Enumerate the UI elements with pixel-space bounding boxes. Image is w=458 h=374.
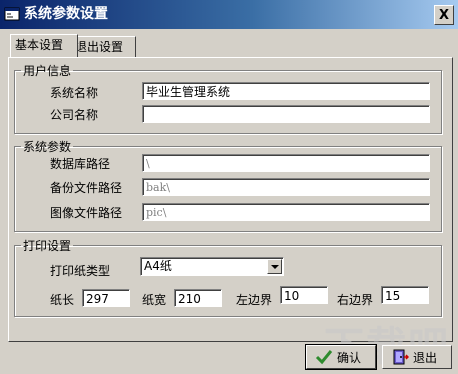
- system-name-field[interactable]: 毕业生管理系统: [142, 82, 430, 100]
- right-margin-label: 右边界: [337, 293, 374, 307]
- paper-type-label: 打印纸类型: [50, 264, 111, 278]
- company-name-field[interactable]: [142, 105, 430, 123]
- paper-length-field[interactable]: 297: [82, 289, 130, 307]
- paper-type-select[interactable]: A4纸: [140, 257, 284, 276]
- right-margin-field[interactable]: 15: [381, 286, 429, 304]
- system-params-legend: 系统参数: [23, 140, 72, 154]
- exit-button[interactable]: 退出: [382, 345, 452, 369]
- system-name-label: 系统名称: [50, 86, 99, 100]
- close-icon: X: [438, 7, 450, 23]
- paper-type-value: A4纸: [144, 259, 172, 273]
- image-path-label: 图像文件路径: [50, 206, 123, 220]
- db-path-field[interactable]: \: [142, 154, 430, 172]
- close-button[interactable]: X: [434, 5, 454, 25]
- ok-button[interactable]: 确认: [305, 344, 377, 370]
- left-margin-field[interactable]: 10: [280, 286, 328, 304]
- backup-path-label: 备份文件路径: [50, 181, 123, 195]
- print-settings-legend: 打印设置: [23, 239, 72, 253]
- chevron-down-icon[interactable]: [267, 259, 282, 274]
- title-bar: 系统参数设置 X: [0, 0, 458, 29]
- db-path-label: 数据库路径: [50, 157, 111, 171]
- tab-exit-settings[interactable]: 退出设置: [70, 36, 136, 57]
- window-title: 系统参数设置: [24, 6, 108, 22]
- exit-label: 退出: [413, 350, 438, 365]
- left-margin-label: 左边界: [236, 293, 273, 307]
- backup-path-field[interactable]: bak\: [142, 178, 430, 196]
- paper-width-field[interactable]: 210: [174, 289, 222, 307]
- exit-door-icon: [393, 349, 409, 365]
- checkmark-icon: [315, 350, 333, 365]
- company-name-label: 公司名称: [50, 108, 99, 122]
- tab-basic-settings[interactable]: 基本设置: [10, 34, 78, 57]
- paper-length-label: 纸长: [50, 293, 75, 307]
- settings-window: 系统参数设置 X 基本设置 退出设置 用户信息 系统名称 毕业生管理系统 公司名…: [0, 0, 458, 374]
- user-info-legend: 用户信息: [23, 64, 72, 78]
- window-app-icon: [4, 7, 20, 21]
- paper-width-label: 纸宽: [142, 293, 167, 307]
- ok-label: 确认: [337, 350, 362, 365]
- image-path-field[interactable]: pic\: [142, 203, 430, 221]
